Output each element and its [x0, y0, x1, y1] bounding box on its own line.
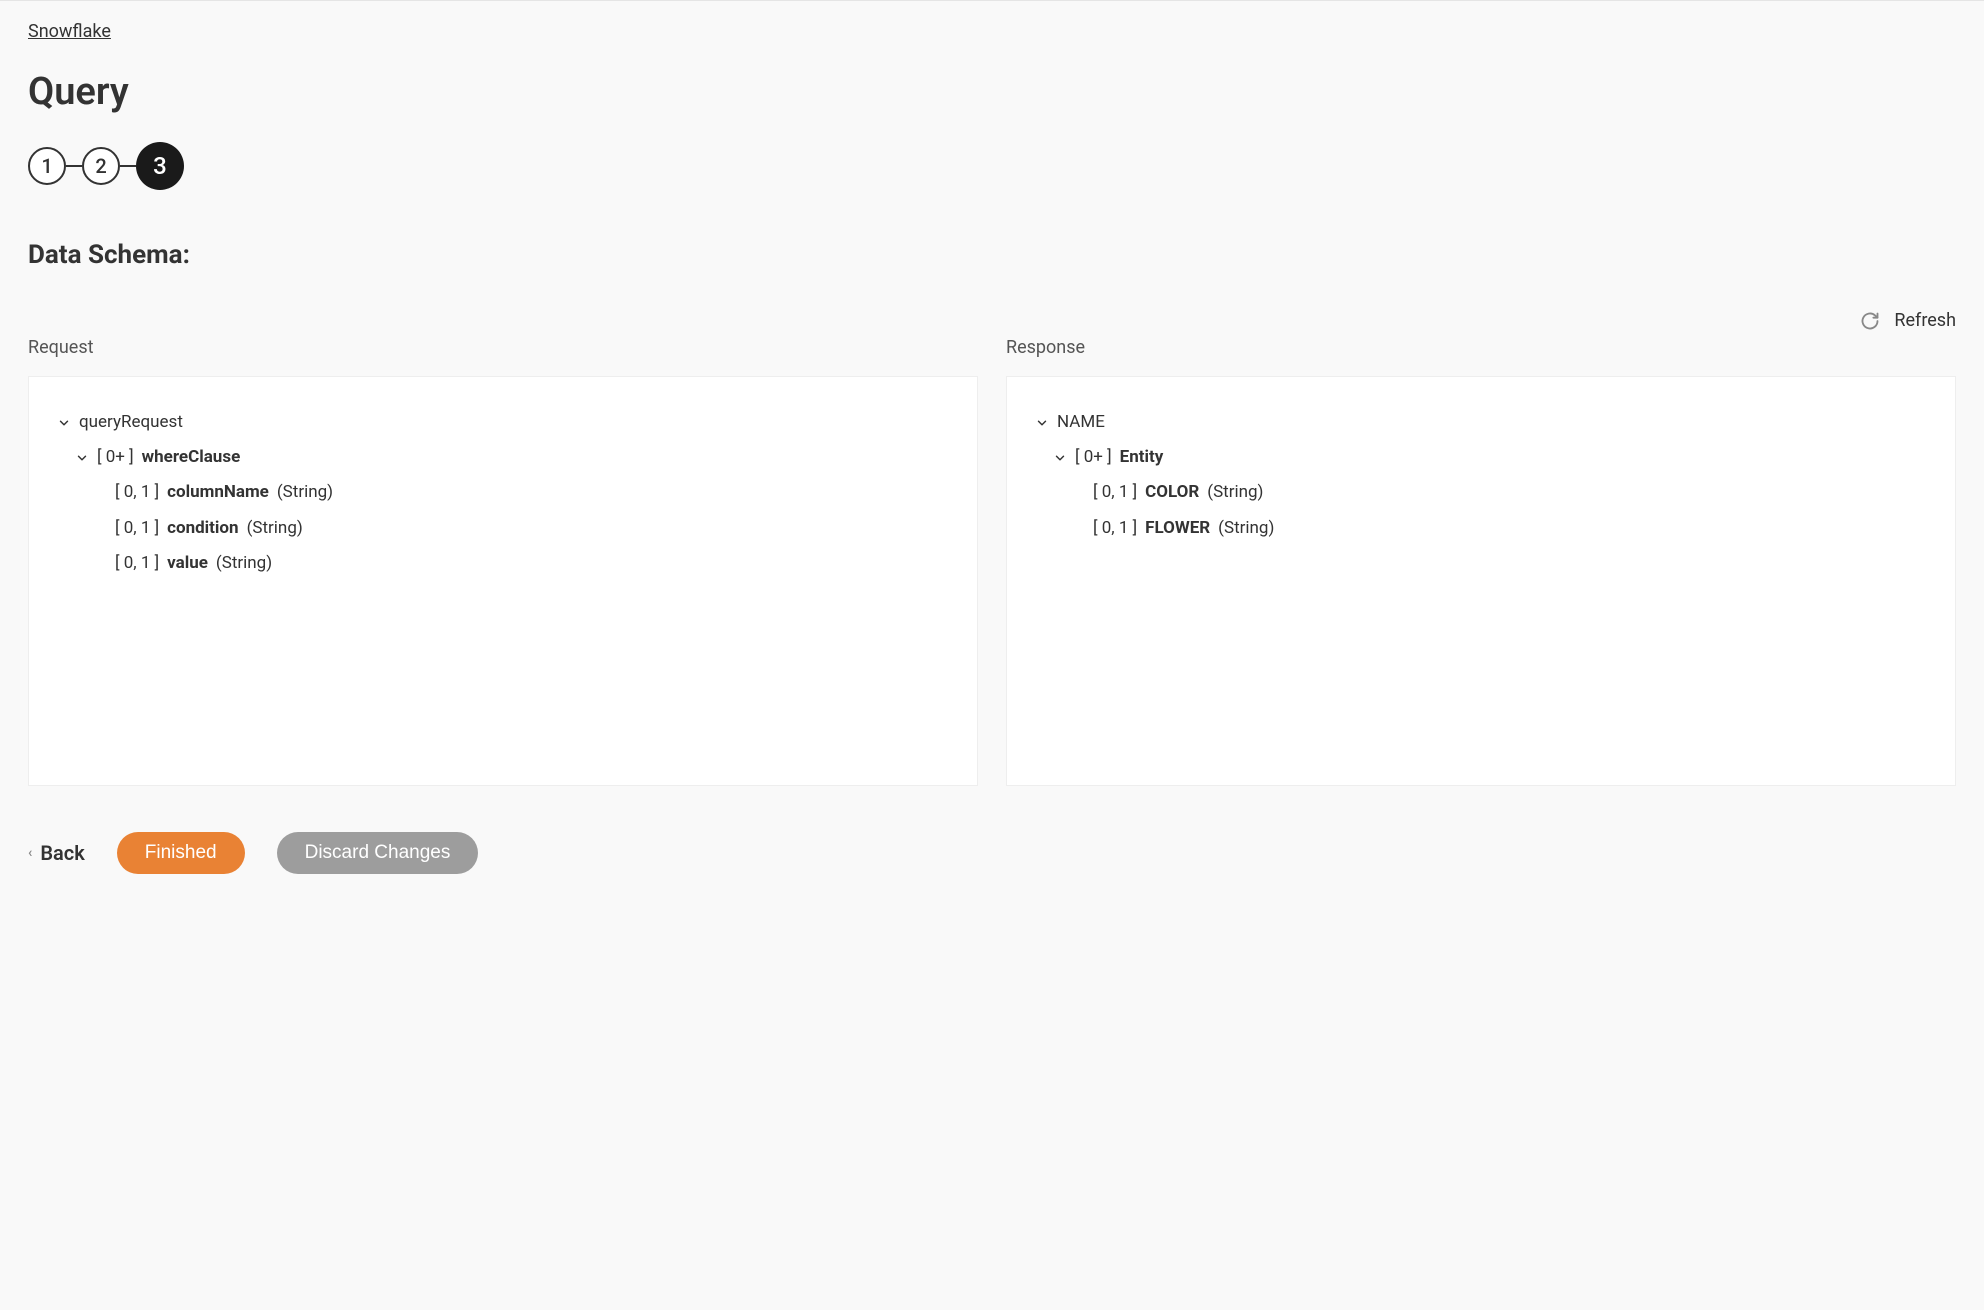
cardinality-label: [ 0, 1 ]	[1093, 515, 1137, 542]
request-panel: queryRequest [ 0+ ] whereClause [ 0, 1 ]…	[28, 376, 978, 786]
page-container: Snowflake Query 1 2 3 Data Schema: Refre…	[0, 1, 1984, 914]
cardinality-label: [ 0+ ]	[1075, 444, 1112, 471]
footer-actions: ‹ Back Finished Discard Changes	[28, 832, 1956, 874]
tree-node-label: queryRequest	[79, 409, 183, 436]
field-name: condition	[167, 515, 238, 542]
back-button[interactable]: ‹ Back	[28, 841, 85, 865]
step-2[interactable]: 2	[82, 147, 120, 185]
tree-leaf-color[interactable]: [ 0, 1 ] COLOR (String)	[1035, 475, 1915, 510]
tree-node-name[interactable]: NAME	[1035, 405, 1915, 440]
breadcrumb-link[interactable]: Snowflake	[28, 21, 111, 42]
field-name: FLOWER	[1145, 515, 1210, 542]
chevron-left-icon: ‹	[28, 845, 32, 861]
tree-leaf-columnname[interactable]: [ 0, 1 ] columnName (String)	[57, 475, 937, 510]
cardinality-label: [ 0+ ]	[97, 444, 134, 471]
chevron-down-icon	[1053, 451, 1067, 465]
schema-panels: Request queryRequest [ 0+ ] whereClause	[28, 337, 1956, 786]
field-name: value	[167, 550, 208, 577]
response-column: Response NAME [ 0+ ] Entity	[1006, 337, 1956, 786]
step-connector	[66, 165, 82, 167]
tree-leaf-condition[interactable]: [ 0, 1 ] condition (String)	[57, 511, 937, 546]
step-connector	[120, 165, 136, 167]
cardinality-label: [ 0, 1 ]	[115, 515, 159, 542]
cardinality-label: [ 0, 1 ]	[115, 550, 159, 577]
field-type: (String)	[1218, 515, 1274, 542]
step-1[interactable]: 1	[28, 147, 66, 185]
tree-node-label: whereClause	[142, 444, 241, 471]
chevron-down-icon	[75, 451, 89, 465]
discard-button[interactable]: Discard Changes	[277, 832, 479, 874]
field-type: (String)	[216, 550, 272, 577]
tree-node-entity[interactable]: [ 0+ ] Entity	[1035, 440, 1915, 475]
refresh-label: Refresh	[1894, 310, 1956, 331]
request-column: Request queryRequest [ 0+ ] whereClause	[28, 337, 978, 786]
refresh-icon	[1860, 311, 1880, 331]
section-title: Data Schema:	[28, 240, 1956, 270]
page-title: Query	[28, 70, 1956, 114]
request-label: Request	[28, 337, 978, 358]
field-type: (String)	[1207, 479, 1263, 506]
tree-node-whereclause[interactable]: [ 0+ ] whereClause	[57, 440, 937, 475]
stepper: 1 2 3	[28, 142, 1956, 190]
field-name: columnName	[167, 479, 269, 506]
tree-node-label: NAME	[1057, 409, 1105, 436]
step-3[interactable]: 3	[136, 142, 184, 190]
response-label: Response	[1006, 337, 1956, 358]
tree-leaf-flower[interactable]: [ 0, 1 ] FLOWER (String)	[1035, 511, 1915, 546]
tree-node-queryrequest[interactable]: queryRequest	[57, 405, 937, 440]
field-type: (String)	[247, 515, 303, 542]
field-name: COLOR	[1145, 479, 1199, 506]
chevron-down-icon	[57, 416, 71, 430]
finished-button[interactable]: Finished	[117, 832, 245, 874]
refresh-button[interactable]: Refresh	[28, 310, 1956, 331]
response-panel: NAME [ 0+ ] Entity [ 0, 1 ] COLOR (Strin…	[1006, 376, 1956, 786]
tree-node-label: Entity	[1120, 444, 1164, 471]
field-type: (String)	[277, 479, 333, 506]
tree-leaf-value[interactable]: [ 0, 1 ] value (String)	[57, 546, 937, 581]
cardinality-label: [ 0, 1 ]	[115, 479, 159, 506]
chevron-down-icon	[1035, 416, 1049, 430]
cardinality-label: [ 0, 1 ]	[1093, 479, 1137, 506]
back-label: Back	[40, 841, 84, 865]
